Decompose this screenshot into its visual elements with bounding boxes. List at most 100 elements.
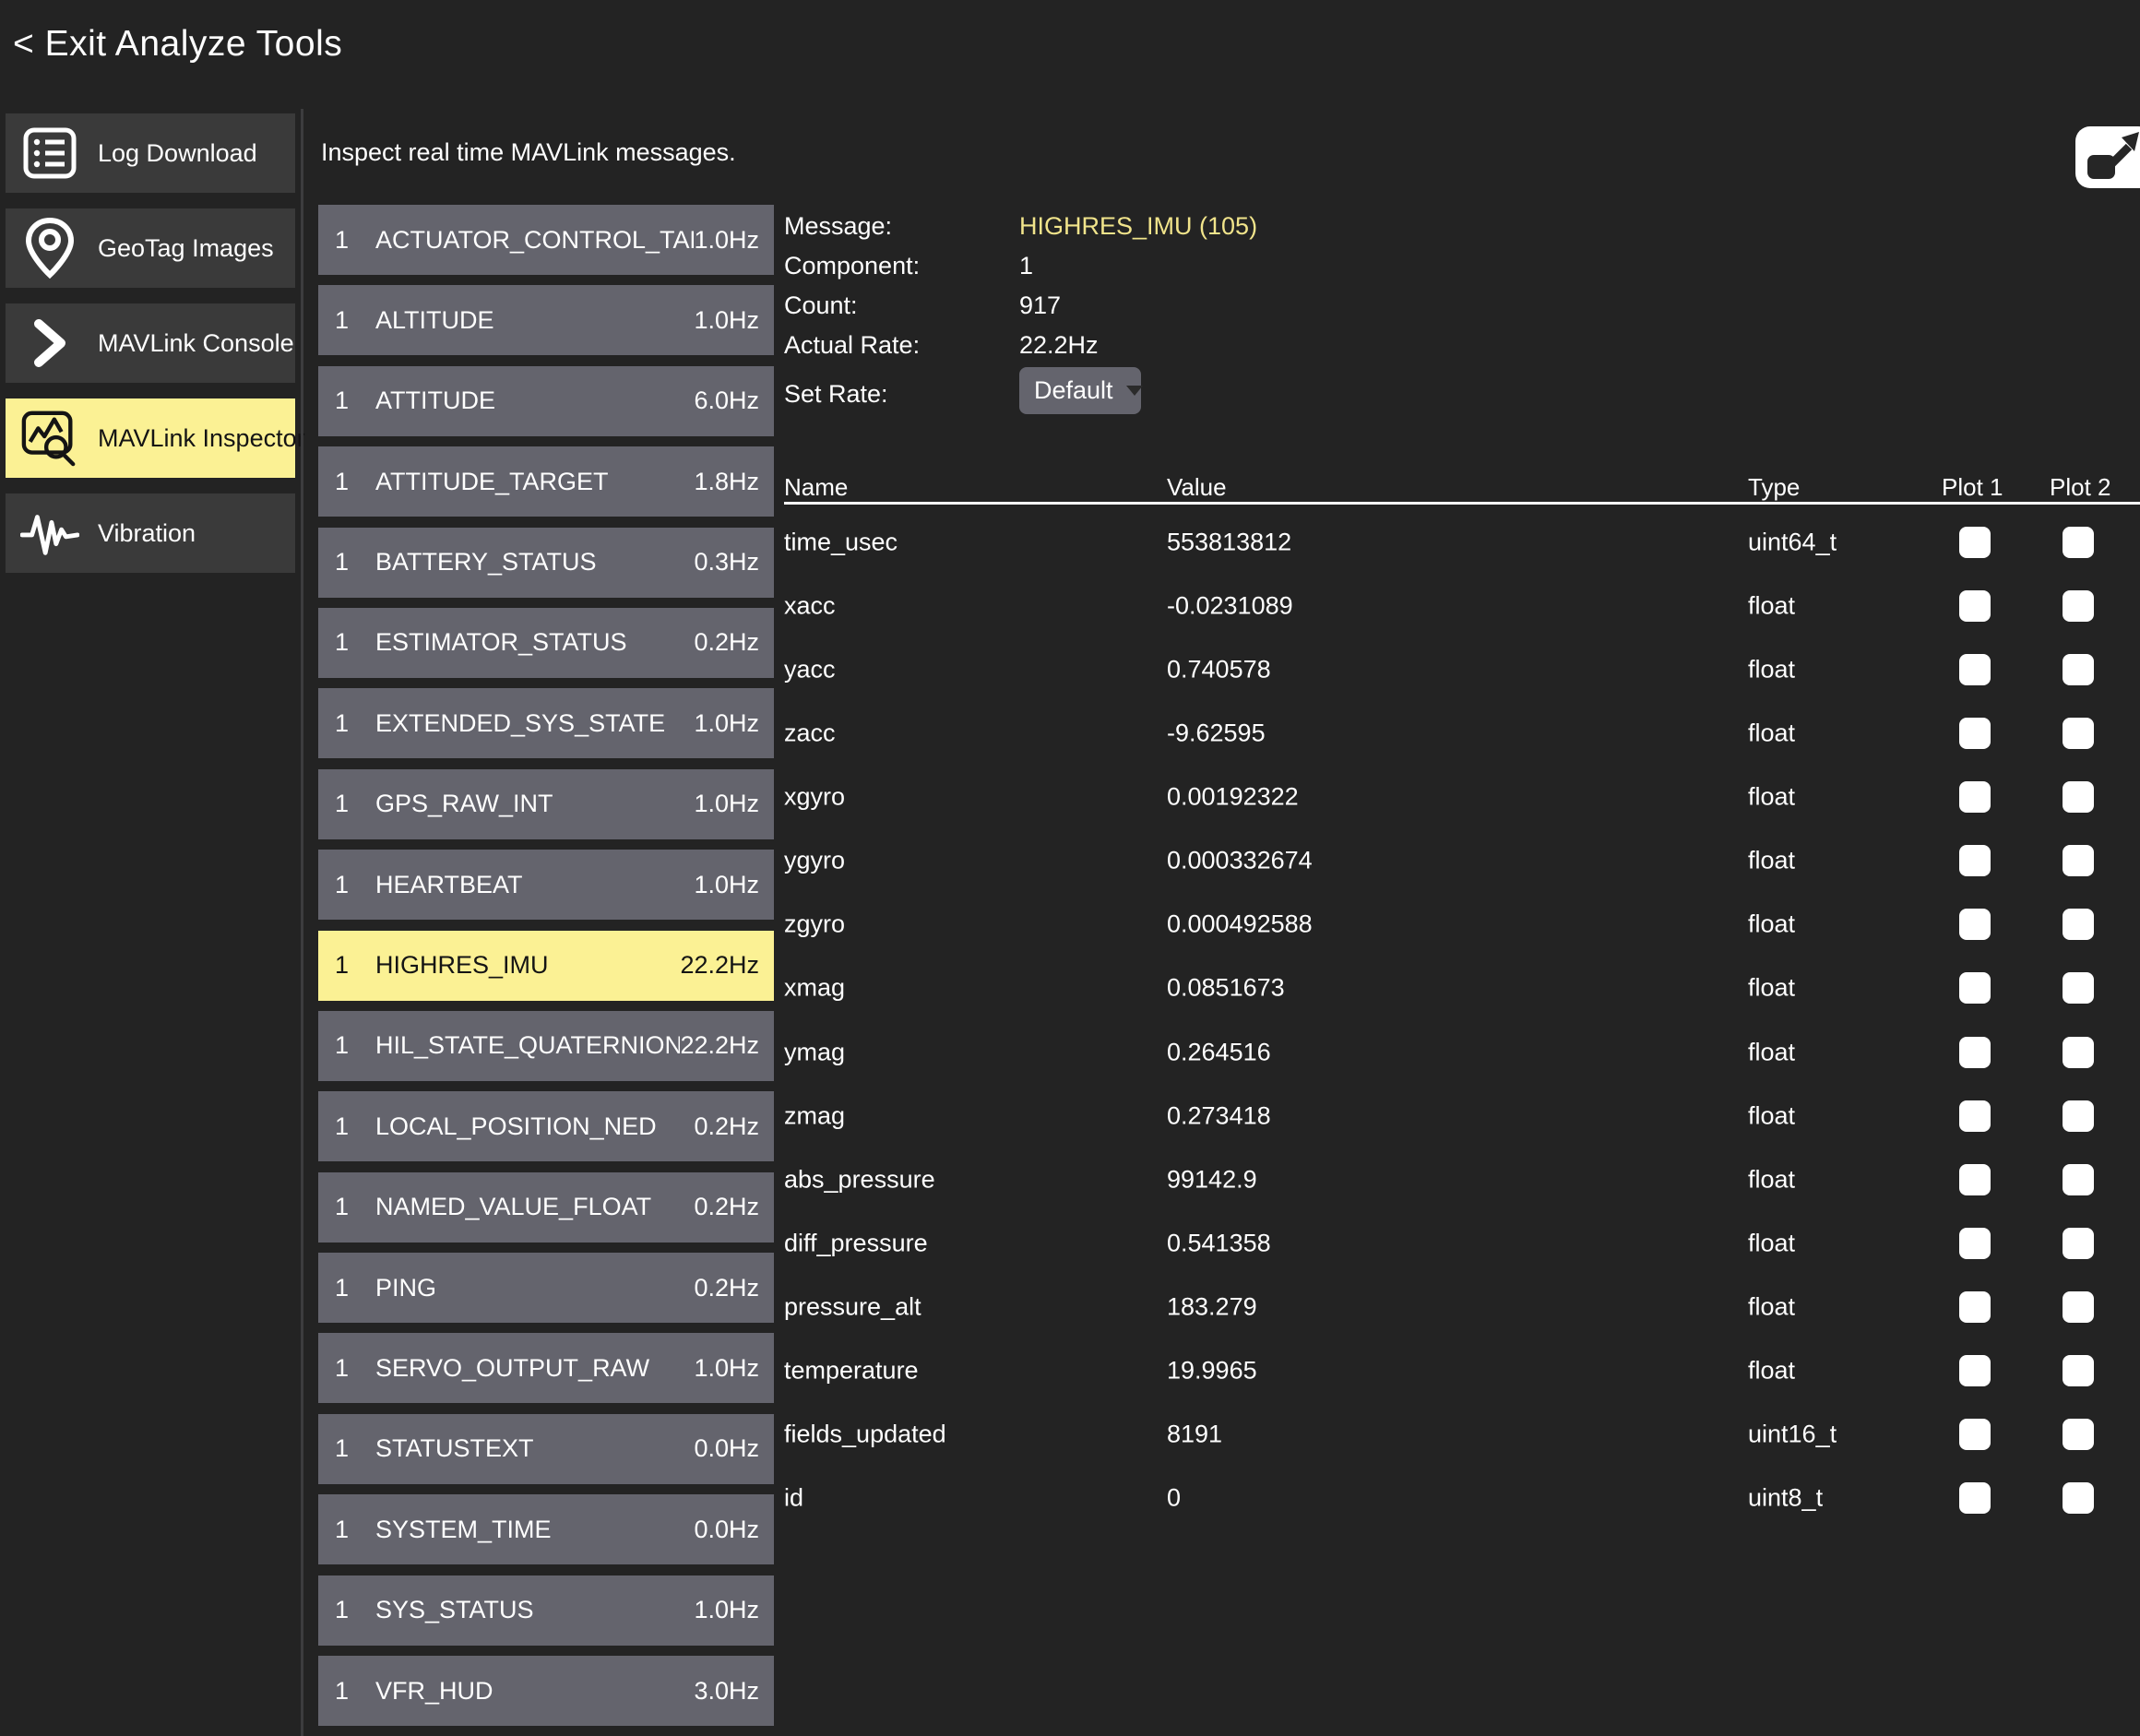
message-row[interactable]: 1 ALTITUDE 1.0Hz	[318, 285, 774, 355]
plot2-checkbox[interactable]	[2063, 909, 2094, 940]
plot2-checkbox[interactable]	[2063, 1164, 2094, 1195]
field-type: float	[1748, 1229, 1795, 1257]
field-type: float	[1748, 974, 1795, 1003]
field-name: time_usec	[784, 528, 898, 556]
field-row: abs_pressure 99142.9 float	[784, 1147, 2140, 1211]
message-row[interactable]: 1 VFR_HUD 3.0Hz	[318, 1656, 774, 1726]
message-row[interactable]: 1 ATTITUDE 6.0Hz	[318, 366, 774, 436]
sidebar-item-mavlink-inspector[interactable]: MAVLink Inspector	[6, 398, 295, 478]
list-icon	[20, 126, 79, 180]
field-type: float	[1748, 1101, 1795, 1130]
field-row: yacc 0.740578 float	[784, 637, 2140, 701]
plot1-checkbox[interactable]	[1959, 972, 1991, 1004]
popout-button[interactable]	[2075, 126, 2140, 188]
message-label: Message:	[784, 212, 892, 241]
message-rate: 1.0Hz	[694, 226, 759, 255]
message-row[interactable]: 1 LOCAL_POSITION_NED 0.2Hz	[318, 1091, 774, 1161]
message-rate: 1.8Hz	[694, 468, 759, 496]
message-row[interactable]: 1 STATUSTEXT 0.0Hz	[318, 1414, 774, 1484]
field-type: float	[1748, 1038, 1795, 1066]
message-value: HIGHRES_IMU (105)	[1019, 212, 1257, 241]
field-row: xacc -0.0231089 float	[784, 574, 2140, 637]
plot1-checkbox[interactable]	[1959, 1355, 1991, 1386]
plot1-checkbox[interactable]	[1959, 718, 1991, 749]
plot2-checkbox[interactable]	[2063, 1037, 2094, 1068]
message-row[interactable]: 1 ESTIMATOR_STATUS 0.2Hz	[318, 608, 774, 678]
plot1-checkbox[interactable]	[1959, 590, 1991, 622]
plot1-checkbox[interactable]	[1959, 654, 1991, 685]
message-rate: 1.0Hz	[694, 709, 759, 738]
plot2-checkbox[interactable]	[2063, 1228, 2094, 1259]
message-sysid: 1	[335, 1354, 375, 1383]
plot2-checkbox[interactable]	[2063, 1355, 2094, 1386]
plot2-checkbox[interactable]	[2063, 654, 2094, 685]
plot2-checkbox[interactable]	[2063, 1291, 2094, 1323]
field-name: zgyro	[784, 910, 845, 939]
message-row[interactable]: 1 PING 0.2Hz	[318, 1253, 774, 1323]
plot2-checkbox[interactable]	[2063, 845, 2094, 876]
plot2-checkbox[interactable]	[2063, 527, 2094, 558]
plot2-checkbox[interactable]	[2063, 972, 2094, 1004]
plot1-checkbox[interactable]	[1959, 1291, 1991, 1323]
plot1-checkbox[interactable]	[1959, 1037, 1991, 1068]
message-row[interactable]: 1 HEARTBEAT 1.0Hz	[318, 850, 774, 920]
field-row: time_usec 553813812 uint64_t	[784, 510, 2140, 574]
plot2-checkbox[interactable]	[2063, 590, 2094, 622]
field-value: 0.0851673	[1167, 974, 1285, 1003]
message-row[interactable]: 1 GPS_RAW_INT 1.0Hz	[318, 769, 774, 839]
set-rate-dropdown[interactable]: Default	[1019, 367, 1141, 414]
field-value: -9.62595	[1167, 719, 1266, 747]
message-row[interactable]: 1 SYSTEM_TIME 0.0Hz	[318, 1494, 774, 1564]
message-name: HIGHRES_IMU	[375, 951, 680, 980]
plot2-checkbox[interactable]	[2063, 1419, 2094, 1450]
message-name: ESTIMATOR_STATUS	[375, 628, 694, 657]
plot1-checkbox[interactable]	[1959, 1100, 1991, 1132]
plot2-checkbox[interactable]	[2063, 781, 2094, 813]
count-value: 917	[1019, 291, 1061, 320]
component-label: Component:	[784, 252, 920, 280]
message-row[interactable]: 1 ACTUATOR_CONTROL_TARGET 1.0Hz	[318, 205, 774, 275]
sidebar-item-log-download[interactable]: Log Download	[6, 113, 295, 193]
message-row[interactable]: 1 BATTERY_STATUS 0.3Hz	[318, 528, 774, 598]
message-row[interactable]: 1 SERVO_OUTPUT_RAW 1.0Hz	[318, 1333, 774, 1403]
message-name: BATTERY_STATUS	[375, 548, 694, 577]
mavlink-inspector-screen: < Exit Analyze Tools Log Download GeoTag…	[0, 0, 2140, 1736]
plot1-checkbox[interactable]	[1959, 1419, 1991, 1450]
dropdown-caret-icon	[1126, 386, 1143, 396]
field-value: 183.279	[1167, 1293, 1257, 1322]
plot1-checkbox[interactable]	[1959, 781, 1991, 813]
plot1-checkbox[interactable]	[1959, 1228, 1991, 1259]
exit-analyze-tools-link[interactable]: < Exit Analyze Tools	[13, 24, 342, 65]
plot2-checkbox[interactable]	[2063, 1100, 2094, 1132]
field-row: diff_pressure 0.541358 float	[784, 1211, 2140, 1275]
field-name: fields_updated	[784, 1421, 946, 1449]
message-row[interactable]: 1 HIL_STATE_QUATERNION 22.2Hz	[318, 1011, 774, 1081]
message-sysid: 1	[335, 548, 375, 577]
plot1-checkbox[interactable]	[1959, 845, 1991, 876]
plot2-checkbox[interactable]	[2063, 718, 2094, 749]
message-row[interactable]: 1 EXTENDED_SYS_STATE 1.0Hz	[318, 688, 774, 758]
field-name: ymag	[784, 1038, 845, 1066]
message-name: PING	[375, 1274, 694, 1302]
plot1-checkbox[interactable]	[1959, 1482, 1991, 1514]
actual-rate-value: 22.2Hz	[1019, 331, 1099, 360]
message-sysid: 1	[335, 468, 375, 496]
message-row[interactable]: 1 HIGHRES_IMU 22.2Hz	[318, 931, 774, 1001]
field-value: 0.00192322	[1167, 783, 1299, 812]
message-rate: 0.0Hz	[694, 1516, 759, 1544]
plot1-checkbox[interactable]	[1959, 527, 1991, 558]
plot2-checkbox[interactable]	[2063, 1482, 2094, 1514]
message-row[interactable]: 1 SYS_STATUS 1.0Hz	[318, 1575, 774, 1646]
message-row[interactable]: 1 ATTITUDE_TARGET 1.8Hz	[318, 446, 774, 517]
inspector-description: Inspect real time MAVLink messages.	[321, 138, 736, 167]
sidebar-item-geotag-images[interactable]: GeoTag Images	[6, 208, 295, 288]
sidebar-item-vibration[interactable]: Vibration	[6, 493, 295, 573]
field-value: 0.000332674	[1167, 847, 1313, 875]
message-row[interactable]: 1 NAMED_VALUE_FLOAT 0.2Hz	[318, 1172, 774, 1243]
message-rate: 22.2Hz	[680, 1031, 759, 1060]
field-value: 0.740578	[1167, 655, 1271, 684]
plot1-checkbox[interactable]	[1959, 1164, 1991, 1195]
sidebar-item-mavlink-console[interactable]: MAVLink Console	[6, 303, 295, 383]
component-value: 1	[1019, 252, 1033, 280]
plot1-checkbox[interactable]	[1959, 909, 1991, 940]
